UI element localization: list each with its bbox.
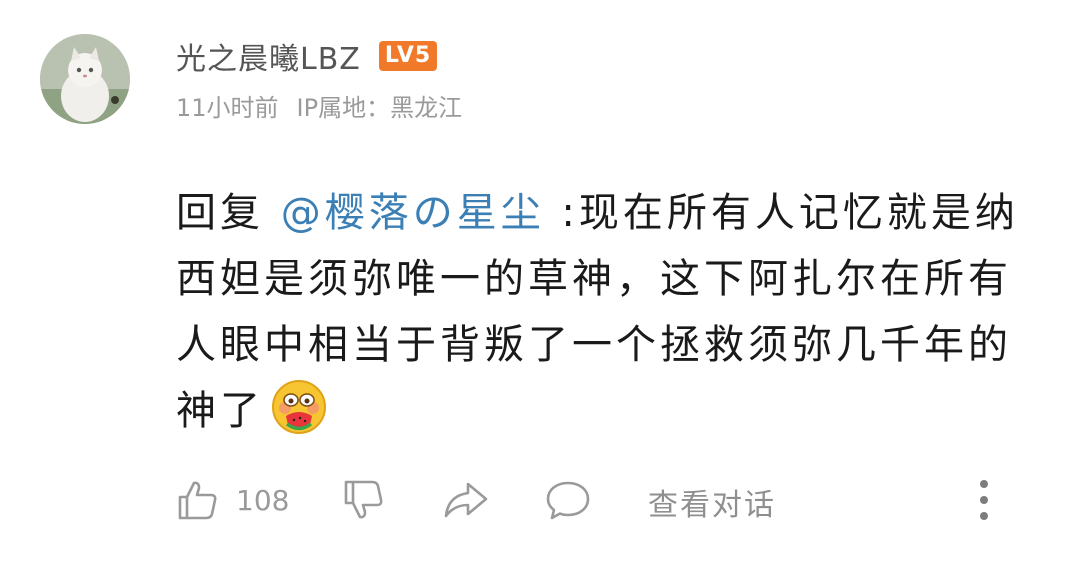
comment-bubble-icon	[546, 481, 590, 520]
action-bar: 108 查看对话	[0, 470, 1080, 530]
level-badge: LV5	[378, 41, 438, 71]
cat-avatar-image	[40, 34, 130, 124]
comment-text: 回复 @樱落の星尘 :现在所有人记忆就是纳西妲是须弥唯一的草神，这下阿扎尔在所有…	[176, 180, 1036, 444]
comment-card: 光之晨曦LBZ LV5 11小时前 IP属地：黑龙江 回复 @樱落の星尘 :现在…	[0, 0, 1080, 580]
more-vertical-icon	[980, 480, 988, 520]
share-button[interactable]	[442, 478, 490, 522]
reply-button[interactable]	[544, 478, 592, 522]
dislike-button[interactable]	[342, 478, 386, 522]
username-row: 光之晨曦LBZ LV5	[176, 34, 438, 78]
mention-link[interactable]: @樱落の星尘	[281, 190, 545, 236]
like-count: 108	[236, 483, 290, 517]
more-options-button[interactable]	[972, 476, 996, 524]
view-conversation-link[interactable]: 查看对话	[648, 480, 776, 524]
post-time: 11小时前	[176, 93, 279, 122]
comment-meta: 11小时前 IP属地：黑龙江	[176, 88, 462, 122]
reply-prefix: 回复	[176, 190, 281, 236]
thumbs-down-icon	[344, 480, 383, 519]
like-button[interactable]: 108	[176, 478, 289, 522]
ip-location: IP属地：黑龙江	[296, 93, 463, 122]
thumbs-up-icon	[178, 481, 217, 520]
share-arrow-icon	[444, 482, 488, 518]
eating-watermelon-emoji-icon	[270, 378, 328, 436]
view-conversation-label: 查看对话	[648, 488, 776, 523]
avatar[interactable]	[40, 34, 130, 124]
username[interactable]: 光之晨曦LBZ	[176, 34, 361, 78]
